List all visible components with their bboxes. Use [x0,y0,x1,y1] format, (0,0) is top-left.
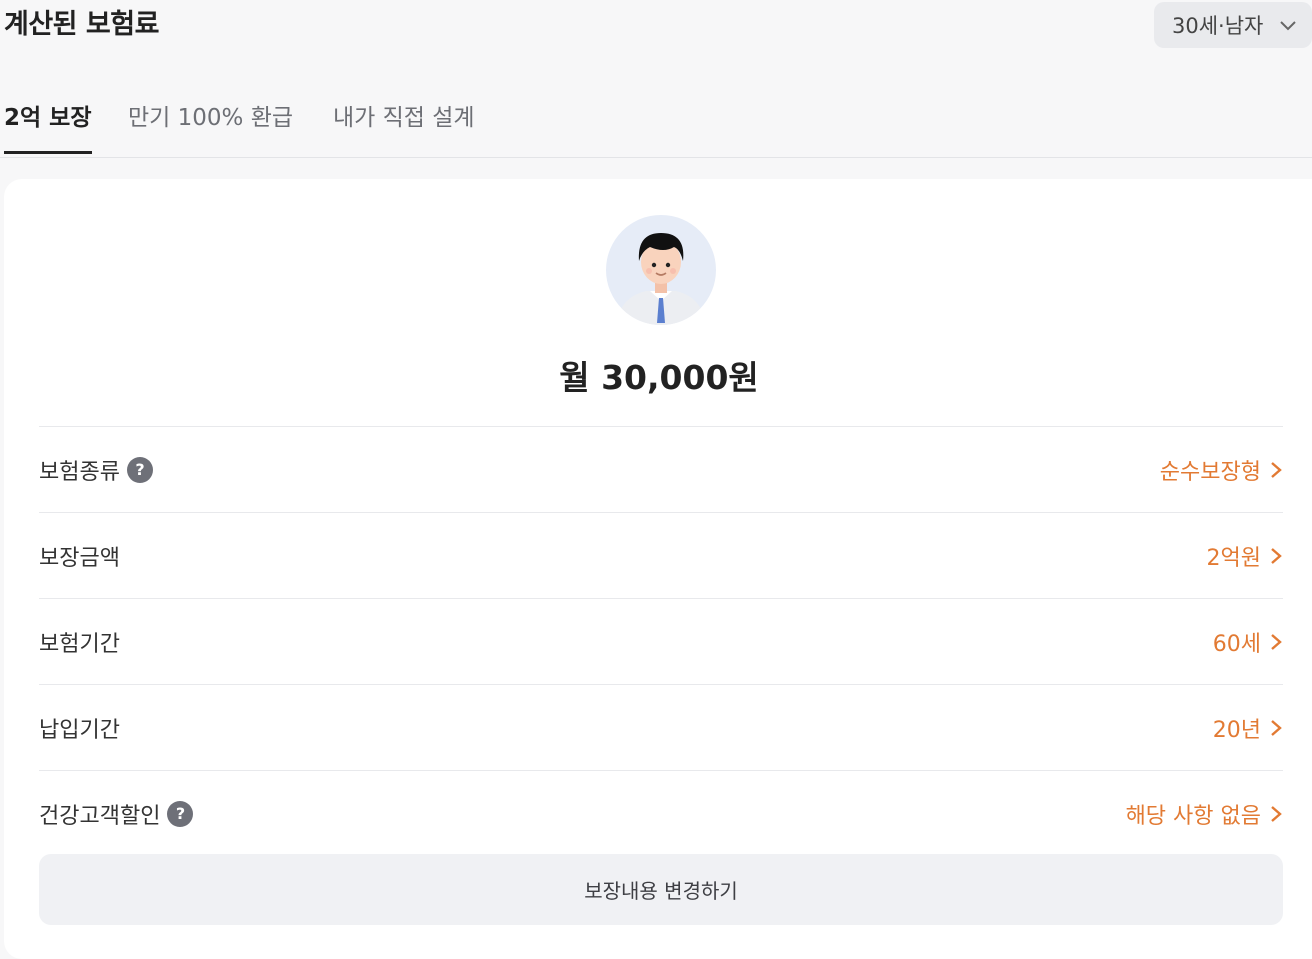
row-coverage-amount[interactable]: 보장금액 2억원 [39,512,1283,598]
row-healthy-discount[interactable]: 건강고객할인 ? 해당 사항 없음 [39,770,1283,856]
row-label: 건강고객할인 ? [39,798,194,830]
insurance-period-value: 60세 [1212,631,1261,657]
row-value: 해당 사항 없음 [1126,798,1283,830]
chevron-right-icon [1271,461,1282,478]
row-insurance-type[interactable]: 보험종류 ? 순수보장형 [39,426,1283,512]
insurance-period-label: 보험기간 [39,631,120,657]
row-value: 60세 [1213,626,1283,658]
payment-period-value: 20년 [1212,717,1261,743]
insurance-type-label: 보험종류 [39,459,120,485]
insurance-type-value: 순수보장형 [1159,459,1261,485]
tab-200m-coverage[interactable]: 2억 보장 [4,98,92,154]
row-value: 순수보장형 [1160,454,1283,486]
chevron-right-icon [1271,547,1282,564]
healthy-discount-label: 건강고객할인 [39,803,161,829]
person-avatar [606,215,716,325]
coverage-amount-label: 보장금액 [39,545,120,571]
help-icon[interactable]: ? [126,456,153,483]
chevron-right-icon [1271,633,1282,650]
monthly-premium: 월 30,000원 [559,358,759,397]
help-icon[interactable]: ? [167,800,194,827]
chevron-down-icon [1280,21,1296,31]
page-title: 계산된 보험료 [4,9,159,40]
tab-custom-design[interactable]: 내가 직접 설계 [333,98,475,154]
row-value: 20년 [1213,712,1283,744]
row-value: 2억원 [1207,540,1283,572]
row-insurance-period[interactable]: 보험기간 60세 [39,598,1283,684]
age-gender-select[interactable]: 30세·남자 [1154,2,1312,48]
payment-period-label: 납입기간 [39,717,120,743]
row-payment-period[interactable]: 납입기간 20년 [39,684,1283,770]
change-coverage-button[interactable]: 보장내용 변경하기 [39,854,1283,925]
tab-full-refund[interactable]: 만기 100% 환급 [128,98,293,154]
chevron-right-icon [1271,719,1282,736]
row-label: 보험종류 ? [39,454,153,486]
coverage-options: 보험종류 ? 순수보장형 보장금액 2억원 보험기간 60세 납입기간 20년 … [39,426,1283,856]
premium-card: 월 30,000원 보험종류 ? 순수보장형 보장금액 2억원 보험기간 60세 [4,179,1312,959]
chevron-right-icon [1271,805,1282,822]
coverage-tabs: 2억 보장 만기 100% 환급 내가 직접 설계 [0,80,1312,158]
healthy-discount-value: 해당 사항 없음 [1125,803,1261,829]
age-gender-value: 30세·남자 [1172,14,1264,38]
coverage-amount-value: 2억원 [1206,545,1261,571]
